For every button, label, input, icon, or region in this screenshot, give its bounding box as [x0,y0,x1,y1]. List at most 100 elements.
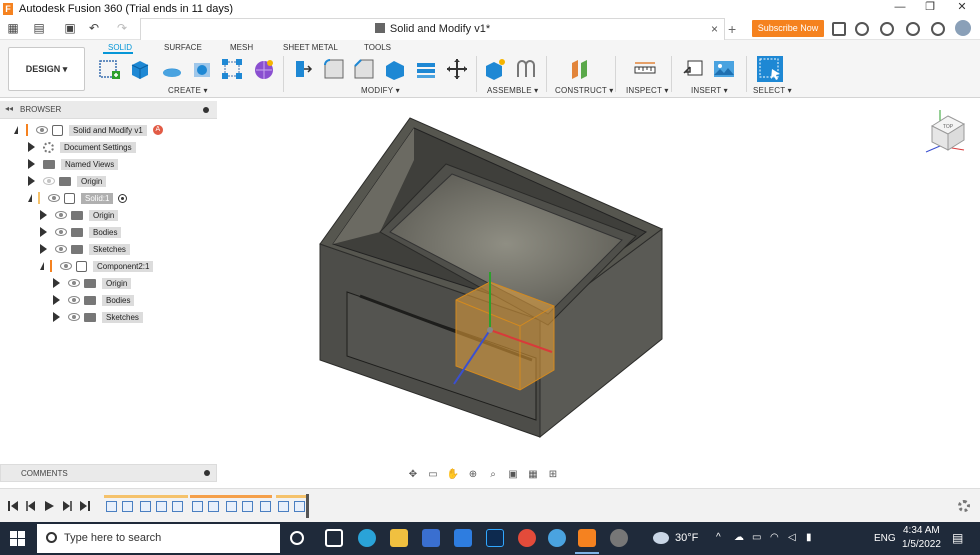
expanded-arrow-icon[interactable] [14,126,18,134]
press-pull-icon[interactable] [290,57,314,81]
view-cube[interactable]: TOP [920,104,970,154]
visibility-eye-icon[interactable] [68,313,80,321]
weather-temp[interactable]: 30°F [675,532,698,544]
timeline-settings-icon[interactable] [958,500,970,512]
minimize-button[interactable]: — [885,0,915,17]
close-tab-button[interactable]: × [711,22,718,36]
viewports-icon[interactable]: ⊞ [545,468,561,482]
visibility-eye-icon[interactable] [36,126,48,134]
list-item[interactable]: Bodies [40,224,122,240]
step-forward-icon[interactable] [61,500,73,512]
tab-mesh[interactable]: MESH [230,43,253,52]
canvas-viewport[interactable] [217,99,980,488]
list-item[interactable]: Component2:1 [40,258,154,274]
timeline-feature[interactable] [106,501,117,512]
inspect-menu[interactable]: INSPECT ▾ [626,86,669,95]
timeline-feature[interactable] [140,501,151,512]
timeline-feature[interactable] [192,501,203,512]
collapsed-arrow-icon[interactable] [53,312,60,322]
document-tab[interactable]: Solid and Modify v1* × [140,18,725,40]
photoshop-icon[interactable] [486,529,504,547]
grid-settings-icon[interactable]: ▦ [525,468,541,482]
windows-start-icon[interactable] [10,531,25,546]
list-item[interactable]: Bodies [53,292,135,308]
collapsed-arrow-icon[interactable] [53,278,60,288]
collapsed-arrow-icon[interactable] [28,159,35,169]
app-grid-icon[interactable]: ▦ [3,20,23,37]
user-avatar[interactable] [955,20,971,36]
look-at-icon[interactable]: ▭ [425,468,441,482]
hidden-eye-icon[interactable] [43,177,55,185]
clock-date[interactable]: 1/5/2022 [902,539,941,550]
chrome-icon[interactable] [518,529,536,547]
go-to-start-icon[interactable] [7,500,19,512]
select-icon[interactable] [756,55,784,83]
list-item[interactable]: Origin [53,275,132,291]
chamfer-icon[interactable] [352,57,376,81]
collapsed-arrow-icon[interactable] [40,244,47,254]
timeline-feature[interactable] [242,501,253,512]
orbit-icon[interactable]: ✥ [405,468,421,482]
warning-icon[interactable]: A [152,125,163,135]
visibility-eye-icon[interactable] [55,245,67,253]
pan-hand-icon[interactable]: ✋ [445,468,461,482]
volume-icon[interactable]: ◁ [788,532,796,543]
collapsed-arrow-icon[interactable] [40,227,47,237]
go-to-end-icon[interactable] [79,500,91,512]
timeline-feature[interactable] [278,501,289,512]
chat-icon[interactable] [832,22,846,36]
timeline-feature[interactable] [156,501,167,512]
visibility-eye-icon[interactable] [68,296,80,304]
list-item[interactable]: Document Settings [28,139,136,155]
insert-derive-icon[interactable] [682,57,706,81]
fusion-taskbar-icon[interactable] [578,529,596,547]
visibility-eye-icon[interactable] [60,262,72,270]
notifications-icon[interactable] [880,22,894,36]
timeline-feature[interactable] [172,501,183,512]
list-item[interactable]: Solid:1 [28,190,128,206]
zoom-icon[interactable]: ⊕ [465,468,481,482]
extrude-icon[interactable] [128,57,152,81]
create-menu[interactable]: CREATE ▾ [168,86,208,95]
activate-component-icon[interactable] [118,193,128,203]
timeline-feature[interactable] [226,501,237,512]
visibility-eye-icon[interactable] [68,279,80,287]
redo-icon[interactable]: ↷ [112,20,132,37]
close-window-button[interactable]: ✕ [947,0,977,17]
tab-tools[interactable]: TOOLS [364,43,391,52]
edge-browser-icon[interactable] [358,529,376,547]
battery-icon[interactable]: ▮ [806,532,812,543]
timeline-feature[interactable] [294,501,305,512]
insert-image-icon[interactable] [712,57,736,81]
job-status-icon[interactable] [855,22,869,36]
expanded-arrow-icon[interactable] [40,262,44,270]
collapsed-arrow-icon[interactable] [28,176,35,186]
action-center-icon[interactable]: ▤ [952,531,963,545]
timeline-feature[interactable] [208,501,219,512]
create-form-icon[interactable] [252,57,276,81]
collapse-panel-icon[interactable]: ◂◂ [5,104,13,113]
measure-icon[interactable] [633,57,657,81]
workspace-switcher[interactable]: DESIGN ▾ [8,47,85,91]
timeline-feature[interactable] [122,501,133,512]
file-menu-icon[interactable]: ▤ [29,20,49,37]
mail-icon[interactable] [454,529,472,547]
tray-chevron-icon[interactable]: ^ [716,532,721,543]
create-sketch-icon[interactable] [98,57,122,81]
subscribe-button[interactable]: Subscribe Now [752,20,824,37]
wifi-icon[interactable]: ◠ [770,532,779,543]
timeline-strip[interactable] [102,495,310,517]
list-item[interactable]: Sketches [40,241,130,257]
restore-button[interactable]: ❐ [915,0,945,17]
new-tab-button[interactable]: + [728,21,736,37]
modify-menu[interactable]: MODIFY ▾ [361,86,400,95]
misc-app-icon[interactable] [610,529,628,547]
assemble-menu[interactable]: ASSEMBLE ▾ [487,86,538,95]
visibility-eye-icon[interactable] [48,194,60,202]
revolve-icon[interactable] [160,57,184,81]
fillet-icon[interactable] [322,57,346,81]
comments-options-icon[interactable] [204,470,210,476]
insert-menu[interactable]: INSERT ▾ [691,86,728,95]
list-item[interactable]: Sketches [53,309,143,325]
move-copy-icon[interactable] [445,57,469,81]
